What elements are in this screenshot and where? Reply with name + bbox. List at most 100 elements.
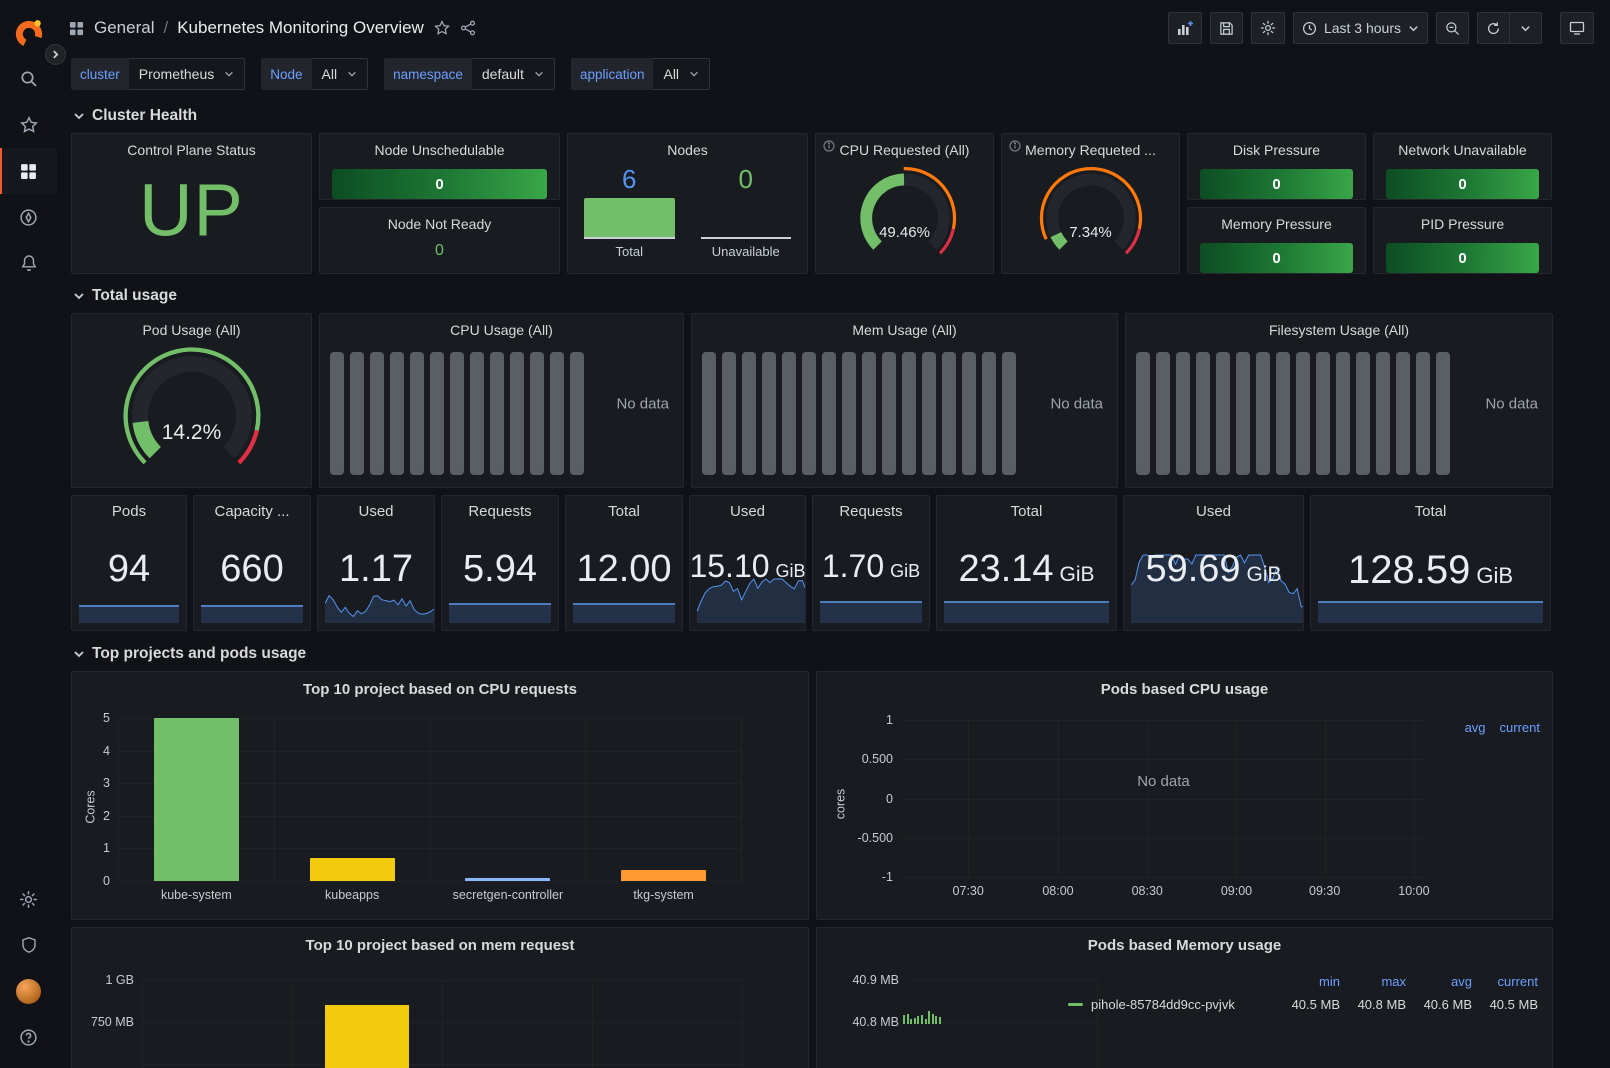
configuration-gear-icon[interactable] — [0, 876, 57, 922]
panel-info-icon[interactable] — [823, 140, 835, 152]
no-data-label: No data — [901, 773, 1426, 790]
memory-requested-value: 7.34% — [1002, 224, 1179, 241]
bar-gauge-bar — [510, 352, 524, 475]
bar-gauge-bar — [982, 352, 996, 475]
starred-icon[interactable] — [0, 102, 57, 148]
panel-title[interactable]: Top 10 project based on mem request — [72, 937, 808, 954]
variable-namespace-value[interactable]: default — [472, 58, 555, 90]
bar-gauge-bar — [1336, 352, 1350, 475]
share-dashboard-icon[interactable] — [460, 20, 476, 36]
bar-gauge-bar — [1396, 352, 1410, 475]
panel-title[interactable]: Total — [937, 496, 1116, 523]
panel-title[interactable]: Network Unavailable — [1374, 134, 1551, 161]
cpu-usage-bar-gauge — [330, 352, 587, 475]
panel-title[interactable]: PID Pressure — [1374, 208, 1551, 235]
dashboard-content: Cluster Health Control Plane Status UP N… — [57, 100, 1610, 1068]
alerting-bell-icon[interactable] — [0, 240, 57, 286]
bar-gauge-bar — [550, 352, 564, 475]
pressure-stack-1: Disk Pressure 0 Memory Pressure 0 — [1187, 133, 1366, 274]
panel-title[interactable]: Used — [690, 496, 805, 523]
zoom-out-button[interactable] — [1436, 12, 1469, 44]
panel-title[interactable]: Capacity ... — [194, 496, 310, 523]
pod-usage-gauge: 14.2% — [72, 340, 311, 485]
panel-title[interactable]: Filesystem Usage (All) — [1126, 314, 1552, 341]
legend-current[interactable]: current — [1500, 720, 1540, 735]
section-top-projects[interactable]: Top projects and pods usage — [71, 638, 1596, 671]
panel-title[interactable]: Memory Requeted ... — [1002, 134, 1179, 161]
bar-gauge-bar — [1216, 352, 1230, 475]
panel-title[interactable]: Total — [1311, 496, 1550, 523]
cycle-view-mode-button[interactable] — [1560, 12, 1594, 44]
panel-title[interactable]: Used — [1124, 496, 1303, 523]
time-range-picker[interactable]: Last 3 hours — [1293, 12, 1428, 44]
panel-cpu-requested: CPU Requested (All) 49.46% — [815, 133, 994, 274]
panel-title[interactable]: Disk Pressure — [1188, 134, 1365, 161]
dashboards-icon[interactable] — [0, 148, 57, 194]
bar-tkg-system — [621, 870, 706, 881]
star-dashboard-icon[interactable] — [434, 20, 450, 36]
section-cluster-health[interactable]: Cluster Health — [71, 100, 1596, 133]
variable-namespace: namespace default — [384, 58, 555, 90]
panel-title[interactable]: Top 10 project based on CPU requests — [72, 681, 808, 698]
cpu-requests-plot: 5 4 3 2 1 0 kube-system kubeapps secretg… — [118, 718, 742, 881]
pressure-stack-2: Network Unavailable 0 PID Pressure 0 — [1373, 133, 1552, 274]
page-title[interactable]: Kubernetes Monitoring Overview — [177, 18, 424, 38]
save-dashboard-button[interactable] — [1210, 12, 1243, 44]
bar-gauge-bar — [1316, 352, 1330, 475]
apps-grid-icon[interactable] — [69, 21, 84, 36]
stat-value: 94 — [108, 550, 150, 588]
explore-compass-icon[interactable] — [0, 194, 57, 240]
user-avatar[interactable] — [0, 968, 57, 1014]
legend-header-avg[interactable]: avg — [1406, 974, 1472, 989]
legend-header-max[interactable]: max — [1340, 974, 1406, 989]
stat-value: 59.69 — [1145, 550, 1240, 588]
bar-gauge-bar — [962, 352, 976, 475]
legend-header-current[interactable]: current — [1472, 974, 1538, 989]
legend-avg[interactable]: avg — [1465, 720, 1486, 735]
variable-application-value[interactable]: All — [653, 58, 710, 90]
bar-gauge-bar — [470, 352, 484, 475]
variable-node-value[interactable]: All — [312, 58, 369, 90]
bar-gauge-bar — [862, 352, 876, 475]
panel-title[interactable]: Used — [318, 496, 434, 523]
add-panel-button[interactable] — [1168, 12, 1202, 44]
expand-sidebar-button[interactable] — [45, 44, 66, 65]
bar-gauge-bar — [430, 352, 444, 475]
bar-gauge-bar — [922, 352, 936, 475]
panel-title[interactable]: Requests — [442, 496, 558, 523]
legend-series-name[interactable]: pihole-85784dd9cc-pvjvk — [1068, 997, 1274, 1012]
panel-title[interactable]: Nodes — [568, 134, 807, 161]
panel-title[interactable]: Memory Pressure — [1188, 208, 1365, 235]
variable-cluster-value[interactable]: Prometheus — [129, 58, 245, 90]
memory-pressure-bar: 0 — [1200, 243, 1353, 273]
stat-graph — [573, 603, 675, 623]
refresh-interval-dropdown[interactable] — [1510, 12, 1542, 44]
panel-title[interactable]: CPU Usage (All) — [320, 314, 683, 341]
dashboard-settings-button[interactable] — [1251, 12, 1285, 44]
breadcrumb-folder[interactable]: General — [94, 18, 154, 38]
panel-title[interactable]: Control Plane Status — [72, 134, 311, 161]
legend-header-min[interactable]: min — [1274, 974, 1340, 989]
panel-title[interactable]: Total — [566, 496, 682, 523]
stat-cpu-total: Total 12.00 — [565, 495, 683, 631]
stat-cpu-used: Used 1.17 — [317, 495, 435, 631]
panel-info-icon[interactable] — [1009, 140, 1021, 152]
admin-shield-icon[interactable] — [0, 922, 57, 968]
panel-title[interactable]: Pods based Memory usage — [817, 937, 1552, 954]
panel-title[interactable]: Node Not Ready — [320, 208, 559, 235]
panel-title[interactable]: Mem Usage (All) — [692, 314, 1117, 341]
help-icon[interactable] — [0, 1014, 57, 1060]
stat-graph — [201, 605, 303, 623]
panel-title[interactable]: CPU Requested (All) — [816, 134, 993, 161]
section-total-usage[interactable]: Total usage — [71, 280, 1596, 313]
panel-top10-cpu-requests: Top 10 project based on CPU requests Cor… — [71, 671, 809, 920]
refresh-button[interactable] — [1477, 12, 1510, 44]
cluster-health-row: Control Plane Status UP Node Unschedulab… — [71, 133, 1596, 273]
panel-title[interactable]: Node Unschedulable — [320, 134, 559, 161]
y-axis-label: cores — [833, 789, 847, 820]
bar-kubeapps — [310, 858, 395, 881]
panel-title[interactable]: Requests — [813, 496, 929, 523]
panel-title[interactable]: Pods based CPU usage — [817, 681, 1552, 698]
panel-title[interactable]: Pods — [72, 496, 186, 523]
stat-pods: Pods 94 — [71, 495, 187, 631]
